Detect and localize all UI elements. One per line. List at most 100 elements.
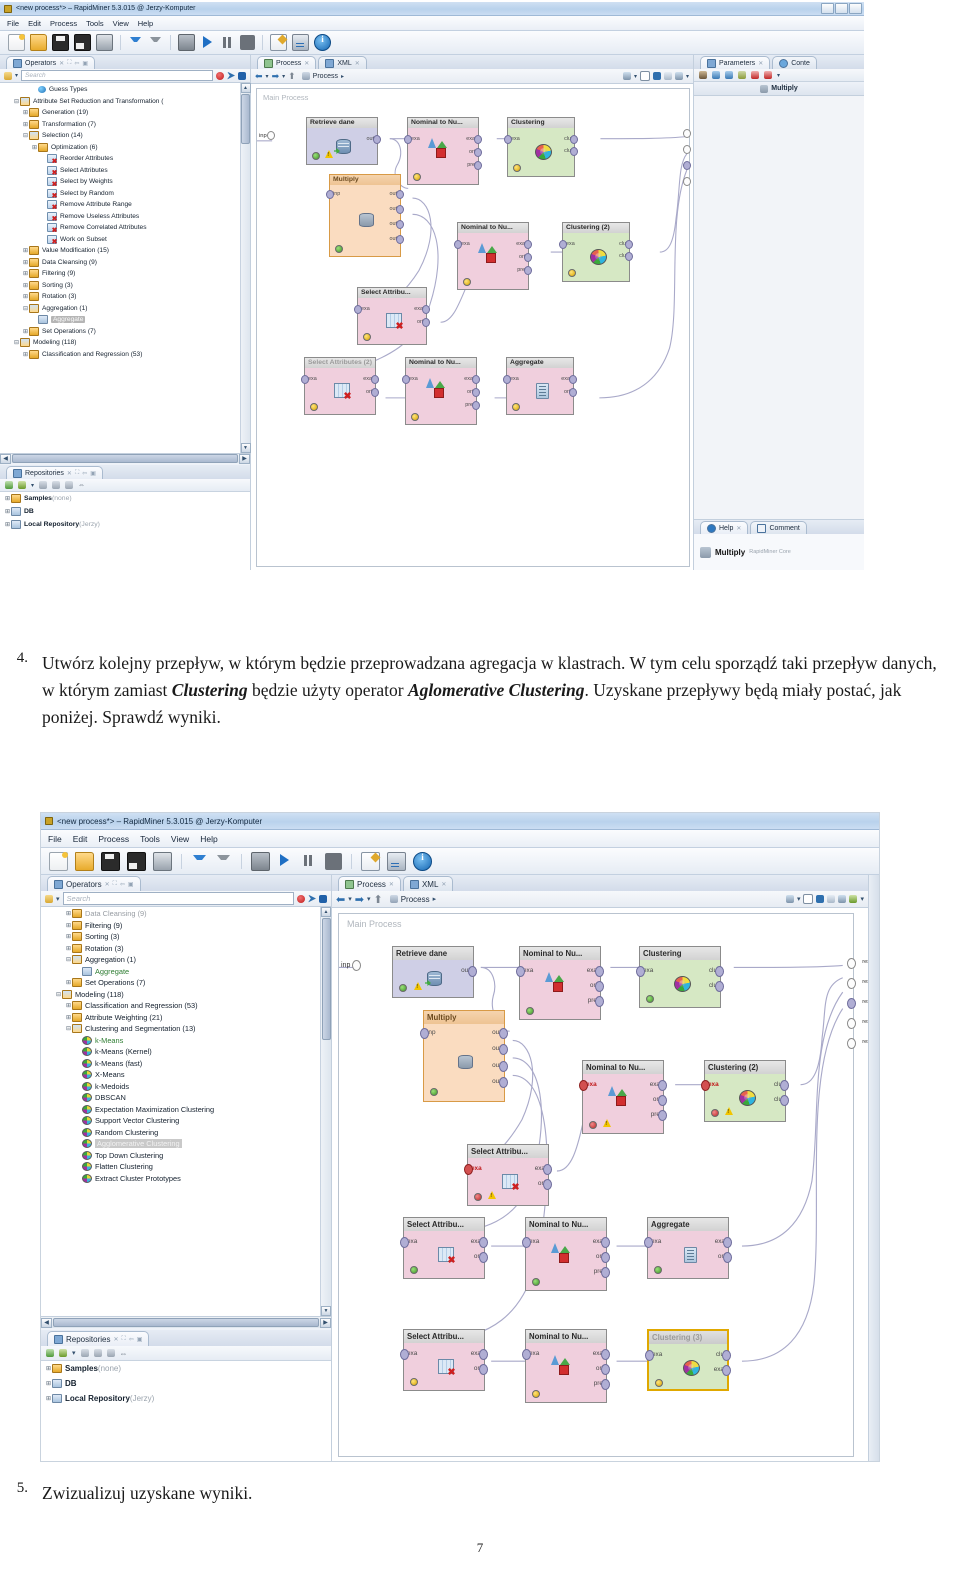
repositories-tree[interactable]: ⊞ Samples (none) ⊞ DB ⊞ Local Repository (Jer… bbox=[41, 1361, 331, 1461]
operator-tree-item[interactable]: Support Vector Clustering bbox=[41, 1115, 320, 1127]
chevron-down-icon[interactable]: ▾ bbox=[56, 895, 60, 903]
chevron-down-icon[interactable]: ▾ bbox=[266, 73, 269, 80]
repository-item[interactable]: ⊞ DB bbox=[0, 505, 250, 518]
operator-tree-item[interactable]: Flatten Clustering bbox=[41, 1161, 320, 1173]
operator-output-port[interactable] bbox=[472, 375, 480, 384]
operator-input-port[interactable] bbox=[516, 966, 525, 977]
operator-tree-item[interactable]: ⊞ Filtering (9) bbox=[0, 268, 240, 280]
tree-collapse-toggle[interactable]: ⊟ bbox=[22, 132, 29, 139]
operator-input-port[interactable] bbox=[454, 240, 462, 249]
parameters-toolbar[interactable]: ▾ bbox=[694, 69, 864, 82]
restore-icon[interactable]: ▣ bbox=[137, 1336, 143, 1343]
tree-expand-toggle[interactable]: ⊞ bbox=[65, 910, 72, 917]
tab-operators[interactable]: Operators ✕ ⛶ ⇦ ▣ bbox=[6, 56, 96, 69]
operator-output-port[interactable] bbox=[371, 375, 379, 384]
operator-input-port[interactable] bbox=[326, 190, 334, 199]
result-port[interactable] bbox=[847, 1038, 856, 1049]
maximize-icon[interactable]: ⛶ bbox=[75, 470, 79, 477]
main-toolbar[interactable] bbox=[41, 848, 879, 875]
result-port[interactable] bbox=[847, 958, 856, 969]
operator-node[interactable]: Select Attribu... exa exa ori bbox=[354, 287, 430, 345]
main-toolbar[interactable] bbox=[0, 31, 864, 55]
result-port-knob[interactable] bbox=[683, 177, 691, 186]
operators-search-bar[interactable]: ▾ Search bbox=[41, 891, 331, 907]
operator-tree-item[interactable]: Remove Correlated Attributes bbox=[0, 222, 240, 234]
tree-collapse-toggle[interactable]: ⊟ bbox=[65, 1025, 72, 1032]
pause-icon[interactable] bbox=[220, 35, 235, 50]
close-icon[interactable]: ✕ bbox=[758, 60, 763, 67]
close-icon[interactable]: ✕ bbox=[389, 881, 394, 888]
publish-icon[interactable] bbox=[838, 895, 847, 903]
process-box-icon[interactable] bbox=[178, 34, 195, 51]
tree-expand-toggle[interactable]: ⊞ bbox=[22, 293, 29, 300]
operator-input-port[interactable] bbox=[701, 1080, 710, 1091]
tree-expand-toggle[interactable]: ⊞ bbox=[4, 521, 11, 528]
operator-input-port[interactable] bbox=[579, 1080, 588, 1091]
repository-item[interactable]: ⊞ Samples (none) bbox=[0, 492, 250, 505]
export-icon[interactable] bbox=[849, 895, 858, 903]
scroll-left-icon[interactable]: ◀ bbox=[41, 1317, 52, 1328]
new-process-icon[interactable] bbox=[49, 851, 68, 871]
tree-expand-toggle[interactable]: ⊞ bbox=[22, 259, 29, 266]
operator-output-port[interactable] bbox=[658, 1110, 667, 1121]
fit-icon[interactable] bbox=[827, 895, 836, 903]
operator-output-port[interactable] bbox=[479, 1349, 488, 1360]
operator-node[interactable]: Clustering (2) exa clu clu bbox=[559, 222, 633, 282]
operator-output-port[interactable] bbox=[601, 1267, 610, 1278]
menu-item-file[interactable]: File bbox=[7, 19, 19, 28]
process-toolbar[interactable]: ⬅ ▾ ➡ ▾ ⬆ Process ▸ ▾ ▾ bbox=[251, 69, 693, 84]
operator-tree-item[interactable]: Agglomerative Clustering bbox=[41, 1138, 320, 1150]
operator-node[interactable]: Clustering (3) exa clu exa bbox=[645, 1329, 731, 1391]
operator-output-port[interactable] bbox=[570, 147, 578, 156]
operator-node[interactable]: Nominal to Nu... exa exa ori pre bbox=[522, 1329, 610, 1403]
operator-tree-item[interactable]: Random Clustering bbox=[41, 1127, 320, 1139]
tree-expand-toggle[interactable]: ⊞ bbox=[22, 282, 29, 289]
repository-item[interactable]: ⊞ DB bbox=[41, 1376, 331, 1391]
operator-output-port[interactable] bbox=[569, 388, 577, 397]
tab-process[interactable]: Process ✕ bbox=[257, 56, 317, 69]
redo-icon[interactable] bbox=[148, 35, 163, 50]
up-icon[interactable]: ⬆ bbox=[373, 893, 382, 906]
operator-node[interactable]: Select Attribu... exa exa ori bbox=[464, 1144, 552, 1206]
chevron-down-icon[interactable]: ▾ bbox=[367, 895, 371, 903]
operator-output-port[interactable] bbox=[570, 135, 578, 144]
operator-output-port[interactable] bbox=[396, 235, 404, 244]
process-canvas-a[interactable]: Main Process inp Retrieve dane out ! Mul… bbox=[251, 84, 693, 570]
operator-node[interactable]: Nominal to Nu... exa exa ori pre bbox=[454, 222, 532, 290]
tab-help[interactable]: Help ✕ bbox=[700, 521, 749, 534]
undo-icon[interactable] bbox=[191, 853, 208, 870]
scroll-up-icon[interactable]: ▲ bbox=[321, 907, 331, 917]
operator-node[interactable]: Select Attribu... exa exa ori bbox=[400, 1217, 488, 1279]
expert-mode-icon[interactable] bbox=[699, 71, 707, 79]
param-info-icon[interactable] bbox=[712, 71, 720, 79]
stop-icon[interactable] bbox=[240, 35, 255, 50]
folder-icon[interactable] bbox=[80, 1349, 89, 1357]
menu-item-process[interactable]: Process bbox=[98, 834, 129, 844]
menu-item-tools[interactable]: Tools bbox=[86, 19, 104, 28]
operator-tree-item[interactable]: ⊟ Aggregation (1) bbox=[0, 303, 240, 315]
close-icon[interactable]: ✕ bbox=[113, 1336, 118, 1343]
operator-tree-item[interactable]: ⊞ Generation (19) bbox=[0, 107, 240, 119]
restore-icon[interactable]: ▣ bbox=[82, 60, 88, 67]
operator-tree-item[interactable]: Remove Useless Attributes bbox=[0, 211, 240, 223]
operator-node[interactable]: Aggregate exa exa ori bbox=[503, 357, 577, 415]
tree-expand-toggle[interactable]: ⊞ bbox=[65, 1002, 72, 1009]
layout-icon[interactable] bbox=[639, 71, 650, 81]
operator-input-port[interactable] bbox=[636, 966, 645, 977]
scroll-up-icon[interactable]: ▲ bbox=[240, 83, 251, 93]
operator-output-port[interactable] bbox=[474, 161, 482, 170]
operator-tree-item[interactable]: ⊟ Aggregation (1) bbox=[41, 954, 320, 966]
operator-node[interactable]: Nominal to Nu... exa exa ori pre bbox=[402, 357, 480, 425]
operator-node[interactable]: Multiply inp out out out out bbox=[326, 174, 404, 257]
operator-tree-item[interactable]: DBSCAN bbox=[41, 1092, 320, 1104]
operator-node[interactable]: Clustering exa clu clu bbox=[504, 117, 578, 177]
forward-icon[interactable]: ➡ bbox=[355, 893, 364, 906]
dock-icon[interactable]: ⇦ bbox=[129, 1336, 134, 1343]
operator-node[interactable]: Nominal to Nu... exa exa ori pre bbox=[516, 946, 604, 1020]
scroll-thumb-h[interactable] bbox=[12, 454, 238, 463]
operator-tree-item[interactable]: ⊞ Filtering (9) bbox=[41, 920, 320, 932]
help-tabstrip[interactable]: Help ✕ Comment bbox=[694, 519, 864, 534]
maximize-icon[interactable]: ⛶ bbox=[113, 881, 117, 888]
tree-expand-toggle[interactable]: ⊞ bbox=[4, 495, 11, 502]
layout-icon[interactable] bbox=[803, 894, 814, 904]
